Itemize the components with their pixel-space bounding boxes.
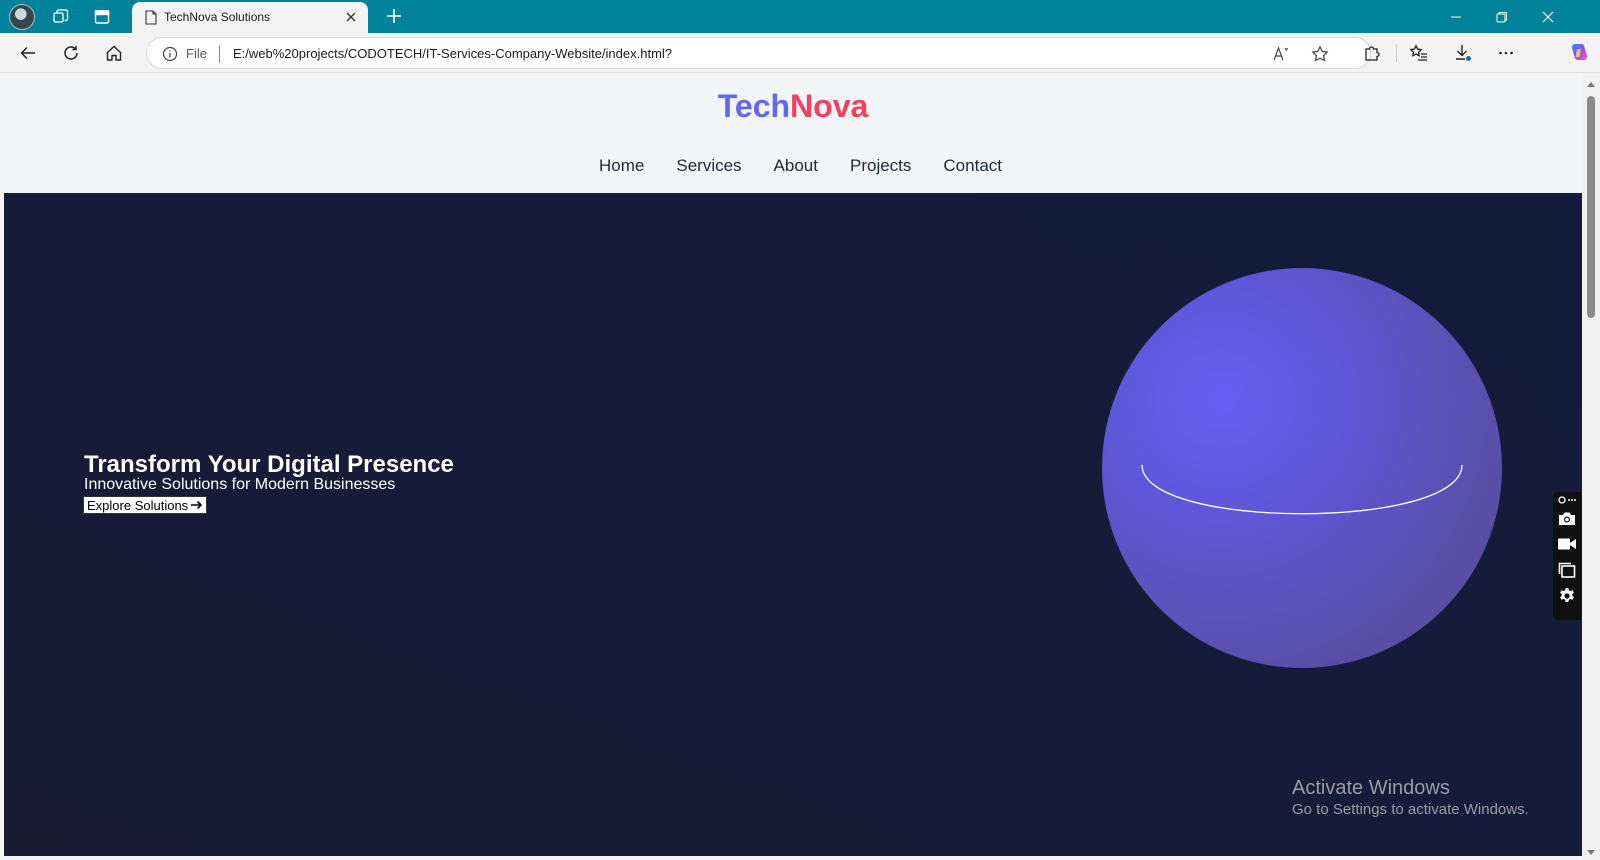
ellipsis-icon[interactable] (1490, 37, 1522, 69)
site-nav: Home Services About Projects Contact (599, 156, 1034, 176)
address-separator (219, 45, 220, 63)
workspaces-icon[interactable] (49, 5, 73, 29)
hero-section: Transform Your Digital Presence Innovati… (4, 193, 1582, 856)
scroll-thumb[interactable] (1587, 96, 1595, 318)
site-header: TechNova Home Services About Projects Co… (4, 74, 1582, 193)
nav-link-home[interactable]: Home (599, 156, 644, 176)
pin-icon[interactable] (1557, 494, 1577, 506)
nav-link-about[interactable]: About (774, 156, 818, 176)
new-tab-icon[interactable] (383, 5, 405, 27)
home-icon[interactable] (98, 37, 130, 69)
site-logo[interactable]: TechNova (4, 88, 1582, 125)
back-arrow-icon[interactable] (12, 37, 44, 69)
gear-icon[interactable] (1557, 586, 1577, 606)
close-window-icon[interactable] (1525, 0, 1571, 33)
sphere-smile-arc (1141, 464, 1463, 515)
profile-avatar[interactable] (9, 4, 35, 30)
arrow-right-icon (191, 500, 203, 510)
refresh-icon[interactable] (55, 37, 87, 69)
scroll-down-arrow-icon[interactable] (1587, 850, 1595, 855)
document-icon (145, 10, 157, 25)
page-viewport: TechNova Home Services About Projects Co… (4, 74, 1582, 856)
info-icon[interactable] (162, 46, 178, 62)
file-label: File (186, 46, 207, 61)
scroll-up-arrow-icon[interactable] (1587, 82, 1595, 87)
tab-actions-icon[interactable] (90, 5, 114, 29)
copilot-icon[interactable] (1563, 37, 1595, 69)
explore-solutions-label: Explore Solutions (87, 497, 189, 513)
window-icon[interactable] (1557, 560, 1577, 580)
download-icon[interactable] (1447, 37, 1479, 69)
page-scrollbar[interactable] (1582, 74, 1600, 860)
browser-toolbar: File E:/web%20projects/CODOTECH/IT-Servi… (0, 33, 1600, 73)
nav-link-projects[interactable]: Projects (850, 156, 911, 176)
restore-icon[interactable] (1479, 0, 1525, 33)
address-bar[interactable]: File E:/web%20projects/CODOTECH/IT-Servi… (146, 37, 1371, 69)
star-icon[interactable] (1308, 42, 1332, 66)
puzzle-icon[interactable] (1356, 37, 1388, 69)
capture-toolbar (1553, 492, 1581, 620)
active-tab[interactable]: TechNova Solutions (132, 2, 368, 33)
close-tab-icon[interactable] (342, 8, 360, 26)
activate-windows-title: Activate Windows (1292, 777, 1450, 799)
explore-solutions-button[interactable]: Explore Solutions (83, 496, 208, 514)
nav-link-services[interactable]: Services (676, 156, 741, 176)
hero-title: Transform Your Digital Presence (84, 451, 454, 478)
favorites-list-icon[interactable] (1403, 37, 1435, 69)
minimize-icon[interactable] (1433, 0, 1479, 33)
camera-icon[interactable] (1557, 508, 1577, 528)
activate-windows-subtitle: Go to Settings to activate Windows. (1292, 801, 1529, 818)
toolbar-separator (1396, 44, 1397, 62)
video-icon[interactable] (1557, 534, 1577, 554)
url-text[interactable]: E:/web%20projects/CODOTECH/IT-Services-C… (233, 46, 672, 61)
hero-subtitle: Innovative Solutions for Modern Business… (84, 476, 396, 493)
logo-part-tech: Tech (717, 88, 791, 124)
nav-link-contact[interactable]: Contact (943, 156, 1002, 176)
browser-title-bar: TechNova Solutions (0, 0, 1600, 33)
tab-title: TechNova Solutions (164, 10, 271, 24)
logo-part-nova: Nova (790, 88, 869, 124)
read-aloud-icon[interactable] (1269, 42, 1293, 66)
